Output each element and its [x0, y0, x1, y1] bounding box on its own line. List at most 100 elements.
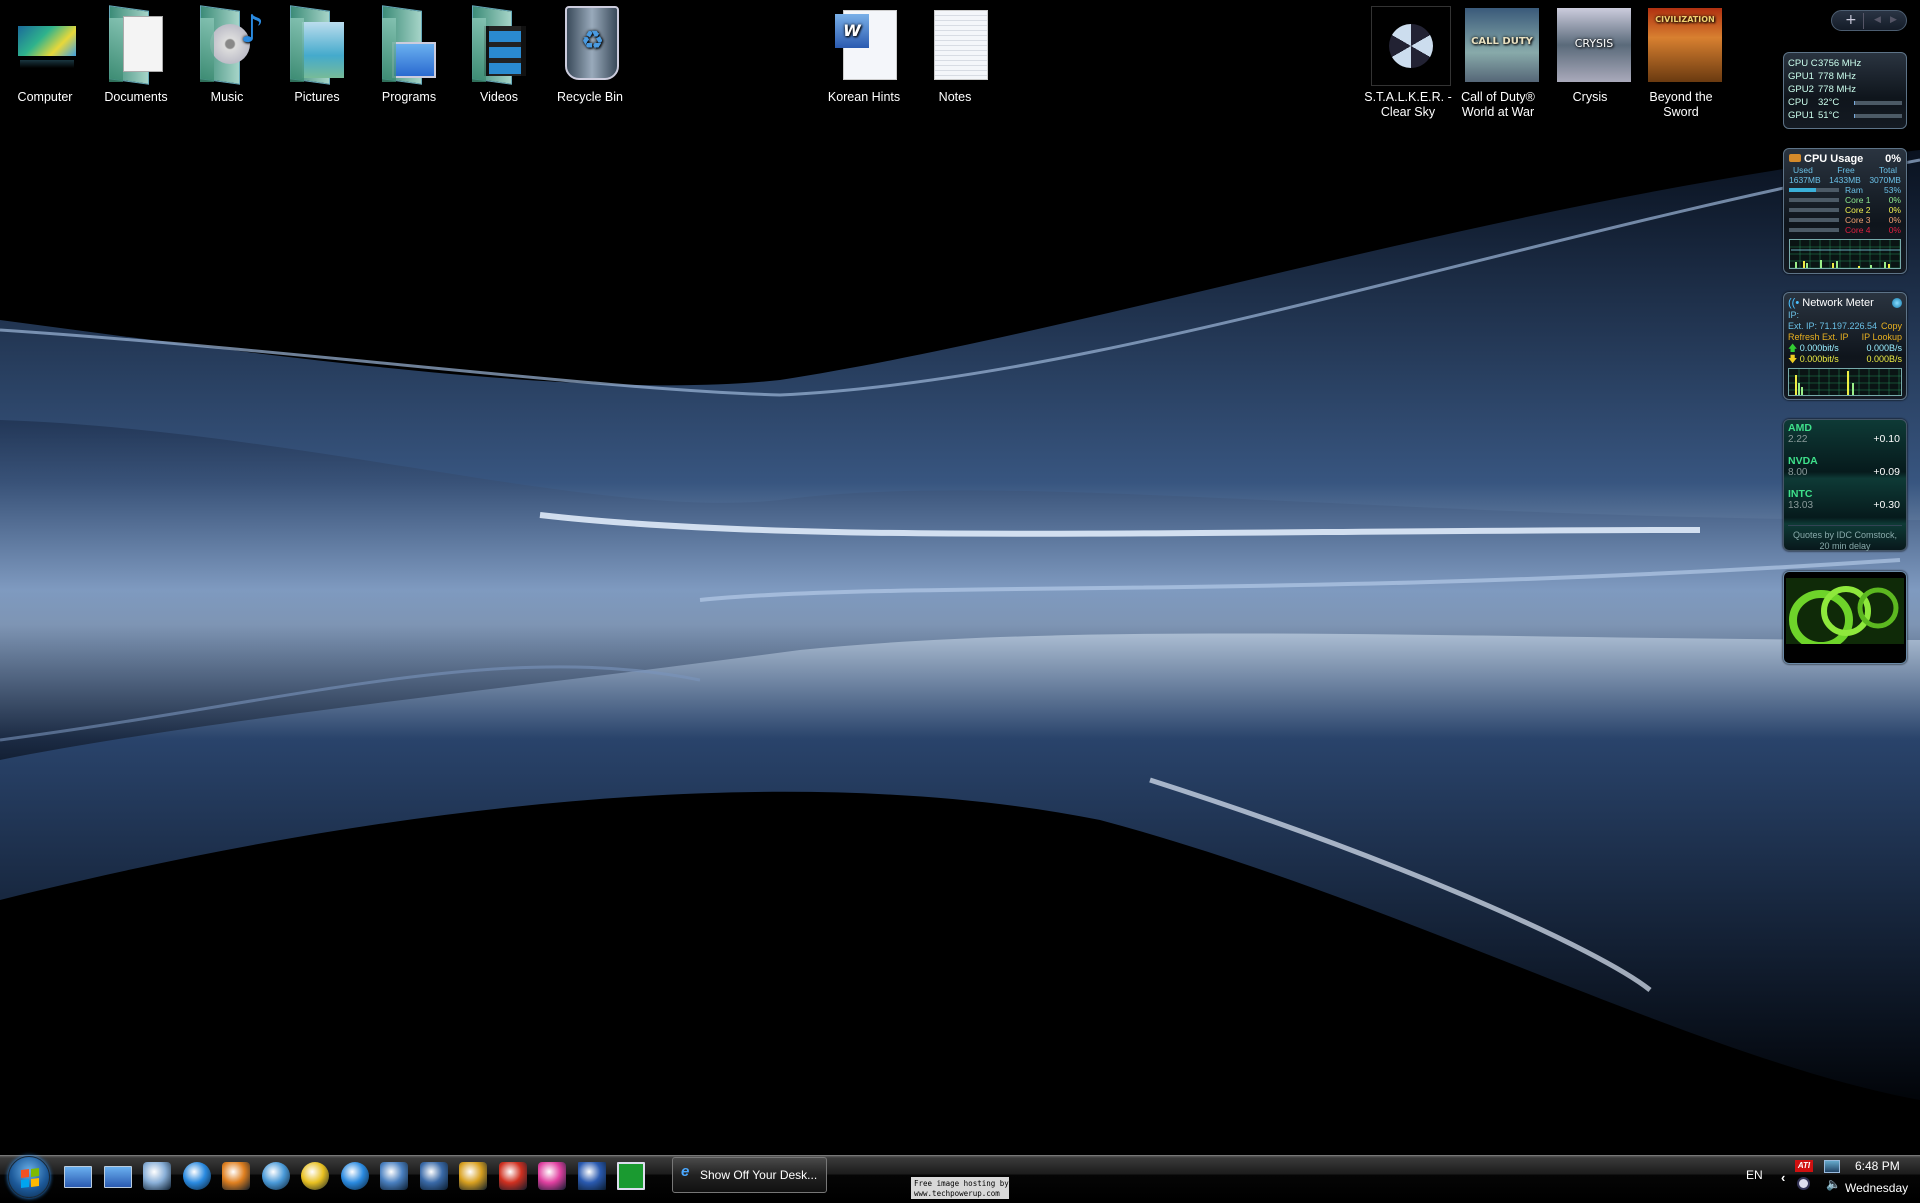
ati-tray-icon[interactable]: ATI — [1795, 1160, 1813, 1172]
start-button[interactable] — [8, 1156, 50, 1198]
word-icon[interactable] — [577, 1162, 606, 1190]
next-page-button[interactable]: ▶ — [1890, 15, 1897, 25]
desktop-icon-pictures[interactable]: Pictures — [272, 4, 362, 105]
internet-explorer-icon[interactable] — [182, 1162, 211, 1190]
paint-app-icon[interactable] — [538, 1162, 566, 1190]
icon-label: S.T.A.L.K.E.R. - Clear Sky — [1364, 90, 1452, 119]
network-meter-gadget[interactable]: ((• Network Meter IP: Ext. IP: 71.197.22… — [1783, 292, 1907, 400]
usage-label: Core 1 — [1845, 195, 1871, 205]
clock-day[interactable]: Wednesday — [1845, 1181, 1908, 1195]
photo-app-icon[interactable] — [419, 1162, 448, 1190]
hardware-monitor-gadget[interactable]: CPU C 3756 MHz GPU1 778 MHz GPU2 778 MHz CPU 32… — [1783, 52, 1907, 129]
hw-monitor-row: CPU C 3756 MHz — [1788, 57, 1902, 70]
ip-lookup-link[interactable]: IP Lookup — [1862, 332, 1902, 343]
windows-media-player-icon[interactable] — [222, 1162, 250, 1190]
usage-value: 53% — [1883, 185, 1901, 195]
cpu-usage-row: Core 3 0% — [1789, 215, 1901, 225]
media-player-icon[interactable] — [301, 1162, 329, 1190]
icon-label: Videos — [480, 90, 518, 104]
cpu-usage-gadget[interactable]: CPU Usage 0% Used Free Total 1637MB 1433… — [1783, 148, 1907, 274]
add-gadget-button[interactable]: + — [1845, 12, 1857, 28]
desktop-icon-computer[interactable]: Computer — [0, 4, 90, 105]
usage-bar — [1789, 218, 1839, 222]
stock-quote[interactable]: NVDA 8.00 +0.09 — [1788, 456, 1902, 489]
desktop[interactable] — [0, 0, 1920, 1155]
total-label: Total — [1879, 165, 1897, 175]
hw-monitor-row: GPU2 778 MHz — [1788, 83, 1902, 96]
hw-value: 778 MHz — [1818, 84, 1857, 95]
stock-quote[interactable]: INTC 13.03 +0.30 — [1788, 489, 1902, 522]
icon-label: Notes — [938, 90, 972, 104]
wallpaper — [0, 150, 1920, 1100]
update-icon[interactable] — [340, 1162, 369, 1190]
switch-windows-icon[interactable] — [103, 1166, 132, 1188]
desktop-icon-documents[interactable]: Documents — [91, 4, 181, 105]
copy-ip-link[interactable]: Copy — [1881, 321, 1902, 332]
desktop-icon-korean-hints[interactable]: W Korean Hints — [819, 4, 909, 105]
volume-tray-icon[interactable]: 🔈 — [1826, 1177, 1841, 1191]
watermark-line-1: Free image hosting by — [914, 1179, 1009, 1188]
desktop-icon-s-t-a-l-k-e-r-clear-sky[interactable]: S.T.A.L.K.E.R. - Clear Sky — [1363, 4, 1453, 120]
previous-page-button[interactable]: ◀ — [1874, 15, 1881, 25]
icon-label: Beyond the Sword — [1649, 90, 1713, 119]
icon-label: Recycle Bin — [557, 90, 623, 104]
globe-app-icon[interactable] — [459, 1162, 487, 1190]
taskbar-button-ie-window[interactable]: e Show Off Your Desk... — [672, 1157, 827, 1193]
desktop-icon-recycle-bin[interactable]: ♻ Recycle Bin — [545, 4, 635, 105]
utorrent-icon[interactable] — [617, 1162, 645, 1190]
control-panel-icon[interactable] — [143, 1162, 171, 1190]
show-hidden-icons-button[interactable]: ‹ — [1781, 1170, 1785, 1185]
programs-folder-icon — [372, 4, 446, 85]
stocks-gadget[interactable]: AMD 2.22 +0.10 NVDA 8.00 +0.09 INTC 13.03 +0.30 … — [1783, 419, 1907, 551]
icon-label: Call of Duty® World at War — [1461, 90, 1535, 119]
desktop-icon-notes[interactable]: Notes — [910, 4, 1000, 105]
cpu-spike — [1795, 262, 1797, 268]
slideshow-gadget[interactable] — [1783, 571, 1907, 664]
desktop-icon-beyond-the-sword[interactable]: CIVILIZATION Beyond the Sword — [1636, 4, 1726, 120]
documents-folder-icon — [99, 4, 173, 85]
desktop-icon-call-of-duty-world-at-war[interactable]: CALL DUTY Call of Duty® World at War — [1453, 4, 1543, 120]
hw-label: GPU1 — [1788, 110, 1814, 121]
videos-folder-icon — [462, 4, 536, 85]
refresh-ip-link[interactable]: Refresh Ext. IP — [1788, 332, 1849, 343]
icon-label: Korean Hints — [827, 90, 901, 104]
show-desktop-icon[interactable] — [64, 1166, 92, 1188]
internet-explorer-icon: e — [681, 1163, 690, 1180]
network-tray-icon[interactable] — [1824, 1160, 1840, 1173]
desktop-icon-programs[interactable]: Programs — [364, 4, 454, 105]
network-meter-title: Network Meter — [1802, 297, 1874, 309]
usage-label: Core 2 — [1845, 205, 1871, 215]
windows-logo-icon — [21, 1168, 39, 1188]
external-ip: Ext. IP: 71.197.226.54 — [1788, 321, 1878, 331]
cpu-spike — [1870, 265, 1872, 268]
desktop-icon-music[interactable]: ♪ Music — [182, 4, 272, 105]
usage-bar — [1789, 208, 1839, 212]
hp-icon[interactable] — [380, 1162, 408, 1190]
stock-quote[interactable]: AMD 2.22 +0.10 — [1788, 423, 1902, 456]
task-button-label: Show Off Your Desk... — [700, 1168, 818, 1182]
desktop-icon-videos[interactable]: Videos — [454, 4, 544, 105]
cpu-history-graph — [1789, 239, 1901, 269]
stocks-footer: Quotes by IDC Comstock, 20 min delay — [1788, 525, 1902, 552]
total-memory: 3070MB — [1869, 175, 1901, 185]
desktop-icon-crysis[interactable]: CRYSIS Crysis — [1545, 4, 1635, 105]
free-label: Free — [1837, 165, 1855, 175]
itunes-icon[interactable] — [261, 1162, 290, 1190]
ccleaner-icon[interactable] — [498, 1162, 527, 1190]
hw-level-bar — [1854, 114, 1902, 118]
clock-time[interactable]: 6:48 PM — [1855, 1159, 1900, 1173]
computer-icon — [8, 4, 82, 84]
hw-monitor-row: GPU1 778 MHz — [1788, 70, 1902, 83]
hw-monitor-row: GPU1 51°C — [1788, 109, 1902, 122]
watermark: Free image hosting by www.techpowerup.co… — [911, 1177, 1009, 1199]
language-indicator[interactable]: EN — [1746, 1168, 1763, 1182]
usage-bar — [1789, 198, 1839, 202]
icon-label: Music — [210, 90, 244, 104]
cpu-usage-row: Core 2 0% — [1789, 205, 1901, 215]
sync-tray-icon[interactable] — [1797, 1177, 1810, 1190]
crysis-game-icon: CRYSIS — [1553, 4, 1631, 84]
call-of-duty-game-icon: CALL DUTY — [1461, 4, 1539, 84]
hw-monitor-row: CPU 32°C — [1788, 96, 1902, 109]
network-spike — [1801, 387, 1803, 395]
stock-change: +0.30 — [1873, 499, 1900, 511]
